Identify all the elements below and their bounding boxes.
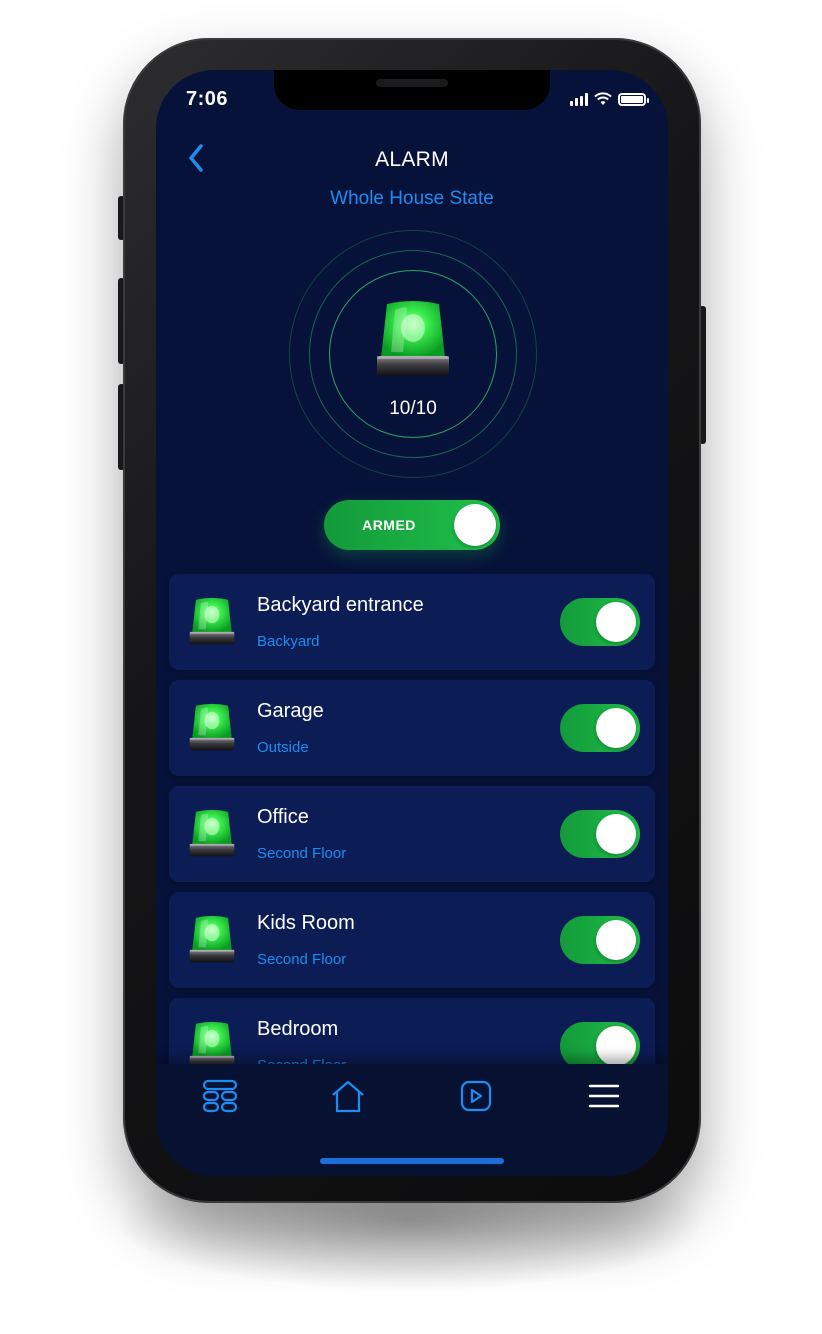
- status-icons: [570, 92, 649, 106]
- armed-toggle-knob: [454, 504, 496, 546]
- siren-icon: [187, 702, 237, 754]
- armed-count: 10/10: [389, 398, 437, 419]
- wifi-icon: [594, 92, 612, 105]
- tab-media[interactable]: [452, 1076, 500, 1116]
- rooms-grid-icon: [202, 1079, 238, 1113]
- tab-bar: [156, 1064, 668, 1176]
- toggle-knob: [596, 920, 636, 960]
- page-title: ALARM: [375, 148, 449, 171]
- notch: [274, 70, 550, 110]
- siren-icon: [373, 298, 453, 382]
- signal-icon: [570, 92, 588, 106]
- toggle-knob: [596, 814, 636, 854]
- menu-icon: [588, 1084, 620, 1108]
- sensor-toggle[interactable]: [560, 916, 640, 964]
- toggle-knob: [596, 602, 636, 642]
- sensor-card[interactable]: Office Second Floor: [169, 786, 655, 882]
- sensor-toggle[interactable]: [560, 810, 640, 858]
- tab-home[interactable]: [324, 1076, 372, 1116]
- siren-icon: [187, 914, 237, 966]
- armed-toggle-label: ARMED: [362, 517, 416, 533]
- sensor-location: Backyard: [257, 633, 320, 650]
- sensor-card[interactable]: Backyard entrance Backyard: [169, 574, 655, 670]
- sensor-location: Second Floor: [257, 951, 347, 968]
- sensor-toggle[interactable]: [560, 704, 640, 752]
- sensor-card[interactable]: Kids Room Second Floor: [169, 892, 655, 988]
- sensor-name: Backyard entrance: [257, 594, 424, 616]
- sensor-location: Outside: [257, 739, 309, 756]
- tab-rooms[interactable]: [196, 1076, 244, 1116]
- page-subtitle: Whole House State: [330, 188, 494, 209]
- sensor-name: Bedroom: [257, 1018, 339, 1040]
- play-icon: [460, 1080, 492, 1112]
- battery-icon: [618, 92, 649, 106]
- tab-menu[interactable]: [580, 1076, 628, 1116]
- sensor-name: Garage: [257, 700, 324, 722]
- sensor-location: Second Floor: [257, 845, 347, 862]
- alarm-status-radar: 10/10: [289, 230, 537, 478]
- toggle-knob: [596, 1026, 636, 1066]
- toggle-knob: [596, 708, 636, 748]
- sensor-card[interactable]: Garage Outside: [169, 680, 655, 776]
- device-mockup: 7:06 ALARM Whole House State 10/10 ARMED…: [0, 0, 822, 1334]
- home-icon: [332, 1080, 364, 1113]
- sensor-toggle[interactable]: [560, 598, 640, 646]
- status-time: 7:06: [186, 88, 229, 110]
- armed-toggle[interactable]: ARMED: [324, 500, 500, 550]
- sensor-name: Office: [257, 806, 309, 828]
- siren-icon: [187, 596, 237, 648]
- alarm-screen: 7:06 ALARM Whole House State 10/10 ARMED…: [156, 70, 668, 1176]
- sensor-list: Backyard entrance Backyard Garage Outsid…: [169, 574, 655, 1104]
- siren-icon: [187, 808, 237, 860]
- sensor-name: Kids Room: [257, 912, 355, 934]
- home-indicator[interactable]: [320, 1158, 504, 1164]
- sensor-toggle[interactable]: [560, 1022, 640, 1070]
